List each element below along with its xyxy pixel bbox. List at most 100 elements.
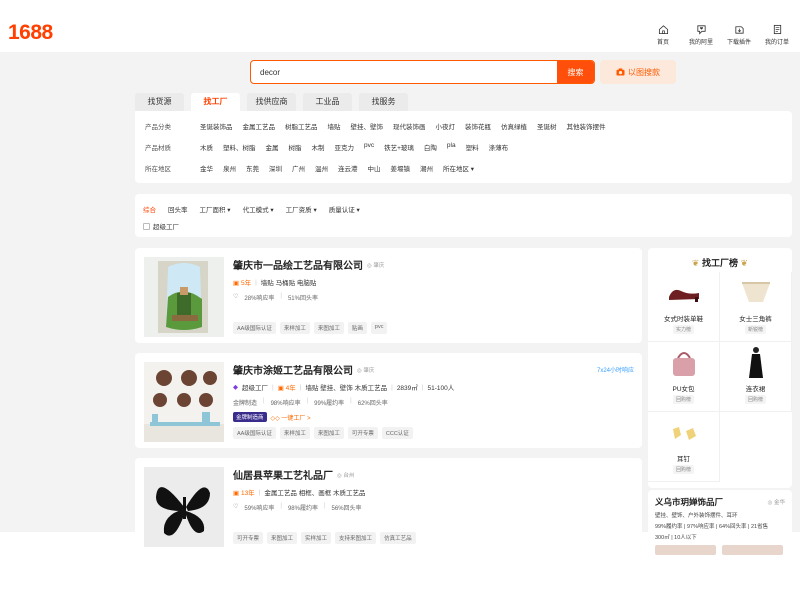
stat: 98%响应率 xyxy=(270,401,301,407)
tag: 来样加工 xyxy=(279,322,310,334)
ranking-title-text: 找工厂榜 xyxy=(701,258,738,268)
company-location: ◎ 台州 xyxy=(337,472,355,479)
thumbnail[interactable] xyxy=(655,545,716,555)
nav-my-orders[interactable]: 我的订单 xyxy=(764,24,790,46)
years-text: 5年 xyxy=(240,280,252,287)
product-image[interactable] xyxy=(144,467,224,547)
tab-find-goods[interactable]: 找货源 xyxy=(135,93,184,111)
filter-option[interactable]: 金属 xyxy=(266,142,279,152)
sort-panel: 综合 回头率 工厂面积 ▾ 代工模式 ▾ 工厂资质 ▾ 质量认证 ▾ 超级工厂 xyxy=(135,194,792,237)
ranking-item-name: 女士三角裤 xyxy=(739,316,772,323)
stat: 59%响应率 xyxy=(244,506,275,512)
sort-return-rate[interactable]: 回头率 xyxy=(168,204,188,214)
filter-option[interactable]: 树脂 xyxy=(289,142,302,152)
thumbnail[interactable] xyxy=(722,545,783,555)
tab-find-service[interactable]: 找服务 xyxy=(359,93,408,111)
filter-option[interactable]: 壁挂、壁饰 xyxy=(351,121,384,131)
filter-option[interactable]: 深圳 xyxy=(269,163,282,173)
filter-option[interactable]: 广州 xyxy=(292,163,305,173)
sort-factory-qualification[interactable]: 工厂资质 ▾ xyxy=(286,204,317,214)
search-input[interactable] xyxy=(251,61,557,83)
filter-option[interactable]: 圣诞装饰品 xyxy=(200,121,233,131)
stat: 56%回头率 xyxy=(331,506,362,512)
tab-find-supplier[interactable]: 找供应商 xyxy=(247,93,296,111)
filter-option[interactable]: 仿真绿植 xyxy=(501,121,527,131)
filter-option[interactable]: 铁艺+玻璃 xyxy=(384,142,414,152)
filter-option[interactable]: 金华 xyxy=(200,163,213,173)
company-name[interactable]: 仙居县苹果工艺礼品厂 xyxy=(233,467,333,482)
sort-comprehensive[interactable]: 综合 xyxy=(143,204,156,214)
filter-option[interactable]: 木质 xyxy=(200,142,213,152)
filter-row-region: 所在地区 金华 泉州 东莞 深圳 广州 温州 连云港 中山 姜堰镇 潮州 所在地… xyxy=(145,163,782,184)
stat: 99%履约率 xyxy=(314,401,345,407)
tab-find-factory[interactable]: 找工厂 xyxy=(191,93,240,111)
filter-option[interactable]: 温州 xyxy=(315,163,328,173)
ranking-item[interactable]: 女式时装单鞋 实力榜 xyxy=(648,272,720,342)
search-button[interactable]: 搜索 xyxy=(557,61,594,83)
filter-option[interactable]: 木制 xyxy=(312,142,325,152)
filter-option[interactable]: 涤薄布 xyxy=(489,142,509,152)
ranking-item[interactable]: PU女包 回购榜 xyxy=(648,342,720,412)
sort-factory-area[interactable]: 工厂面积 ▾ xyxy=(200,204,231,214)
stat: 51%回头率 xyxy=(287,296,318,302)
years-text: 4年 xyxy=(285,385,296,392)
filter-option[interactable]: 圣诞树 xyxy=(537,121,557,131)
filter-option[interactable]: 装饰花瓶 xyxy=(465,121,491,131)
filter-option[interactable]: 潮州 xyxy=(420,163,433,173)
filter-option[interactable]: 白陶 xyxy=(424,142,437,152)
filter-option[interactable]: pla xyxy=(447,142,456,152)
stat: 金牌制造 xyxy=(233,401,258,407)
filter-option[interactable]: 姜堰镇 xyxy=(391,163,411,173)
location-text: 金华 xyxy=(773,500,785,506)
filter-option[interactable]: 东莞 xyxy=(246,163,259,173)
product-image[interactable] xyxy=(144,257,224,337)
image-search-button[interactable]: 以图搜款 xyxy=(600,60,676,84)
super-factory-filter[interactable]: 超级工厂 xyxy=(143,221,784,231)
main-products: 墙贴 壁挂、壁饰 木质工艺品 xyxy=(305,385,388,392)
company-name[interactable]: 肇庆市涂姬工艺品有限公司 xyxy=(233,362,353,377)
filter-option[interactable]: 现代装饰画 xyxy=(393,121,426,131)
ranking-item[interactable]: 耳钉 回购榜 xyxy=(648,412,720,482)
result-card[interactable]: 7x24小时响应 肇庆市涂姬工艺品有限公司 ◎ 肇庆 ◆ 超级工厂 | ▣ 4年… xyxy=(135,353,642,448)
filter-option[interactable]: 其他装饰摆件 xyxy=(567,121,606,131)
result-card[interactable]: 肇庆市一品绘工艺品有限公司 ◎ 肇庆 ▣ 5年 | 墙贴 马桶贴 电脑贴 ♡ 2… xyxy=(135,248,642,343)
sort-quality-cert[interactable]: 质量认证 ▾ xyxy=(329,204,360,214)
filter-option[interactable]: 小夜灯 xyxy=(436,121,456,131)
filter-option[interactable]: 墙贴 xyxy=(328,121,341,131)
recommended-factory-name[interactable]: 义乌市玥婵饰品厂 xyxy=(655,496,785,508)
result-card[interactable]: 仙居县苹果工艺礼品厂 ◎ 台州 ▣ 13年 | 金属工艺品 相框、画框 木质工艺… xyxy=(135,458,642,553)
main-products: 墙贴 马桶贴 电脑贴 xyxy=(260,280,317,287)
site-logo[interactable]: 1688 xyxy=(8,21,53,45)
filter-option[interactable]: 树脂工艺品 xyxy=(285,121,318,131)
nav-home[interactable]: 首页 xyxy=(650,24,676,46)
recommended-factory-size: 300㎡ | 10人以下 xyxy=(655,535,697,541)
years-badge: ▣ 5年 xyxy=(233,280,252,287)
product-image[interactable] xyxy=(144,362,224,442)
filter-option[interactable]: 塑料 xyxy=(466,142,479,152)
nav-download-plugin[interactable]: 下载插件 xyxy=(726,24,752,46)
nav-my-ali[interactable]: 我的阿里 xyxy=(688,24,714,46)
filter-option[interactable]: 塑料、树脂 xyxy=(223,142,256,152)
laurel-right-icon: ❦ xyxy=(740,258,749,268)
filter-option[interactable]: 亚克力 xyxy=(335,142,355,152)
filter-option[interactable]: 中山 xyxy=(368,163,381,173)
region-dropdown[interactable]: 所在地区 ▾ xyxy=(443,163,474,173)
nav-home-label: 首页 xyxy=(656,40,669,46)
filter-option[interactable]: pvc xyxy=(364,142,374,152)
filter-option[interactable]: 连云港 xyxy=(338,163,358,173)
tab-industrial[interactable]: 工业品 xyxy=(303,93,352,111)
ranking-item[interactable]: 连衣裙 回购榜 xyxy=(720,342,792,412)
ranking-item[interactable]: 女士三角裤 新锐榜 xyxy=(720,272,792,342)
super-factory-checkbox[interactable] xyxy=(143,222,150,230)
company-stats: ♡ 28%响应率 | 51%回头率 xyxy=(233,293,318,302)
nav-my-ali-label: 我的阿里 xyxy=(688,40,713,46)
sort-oem-mode[interactable]: 代工模式 ▾ xyxy=(243,204,274,214)
recommended-factory-card[interactable]: 义乌市玥婵饰品厂 ◎ 金华 壁挂、壁饰、户外装饰摆件、耳环 99%履约率 | 9… xyxy=(648,490,792,565)
ranking-grid: 女式时装单鞋 实力榜 女士三角裤 新锐榜 PU女包 回购榜 连衣裙 回购榜 耳钉 xyxy=(648,272,792,482)
filter-option[interactable]: 泉州 xyxy=(223,163,236,173)
ranking-item-tag: 回购榜 xyxy=(672,465,694,474)
recommended-factory-thumbnails xyxy=(655,545,785,555)
filter-option[interactable]: 金属工艺品 xyxy=(243,121,276,131)
one-click-factory-link[interactable]: ◇◇ 一键工厂 > xyxy=(271,413,311,422)
company-name[interactable]: 肇庆市一品绘工艺品有限公司 xyxy=(233,257,363,272)
